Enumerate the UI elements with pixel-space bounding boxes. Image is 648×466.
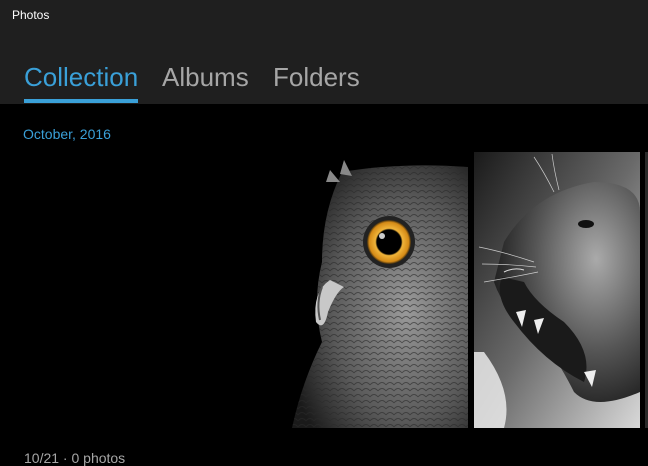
date-group-header[interactable]: October, 2016 — [23, 126, 111, 142]
tab-albums[interactable]: Albums — [162, 60, 249, 94]
tab-collection[interactable]: Collection — [24, 60, 138, 94]
lioness-image — [474, 152, 640, 428]
title-bar: Photos Collection Albums Folders — [0, 0, 648, 104]
photo-lioness[interactable] — [474, 152, 640, 428]
tab-folders[interactable]: Folders — [273, 60, 360, 94]
app-title: Photos — [12, 8, 50, 22]
next-date-group-header[interactable]: 10/21 · 0 photos — [24, 450, 125, 466]
owl-image — [282, 152, 468, 428]
active-tab-indicator — [24, 99, 138, 103]
photo-owl[interactable] — [282, 152, 468, 428]
